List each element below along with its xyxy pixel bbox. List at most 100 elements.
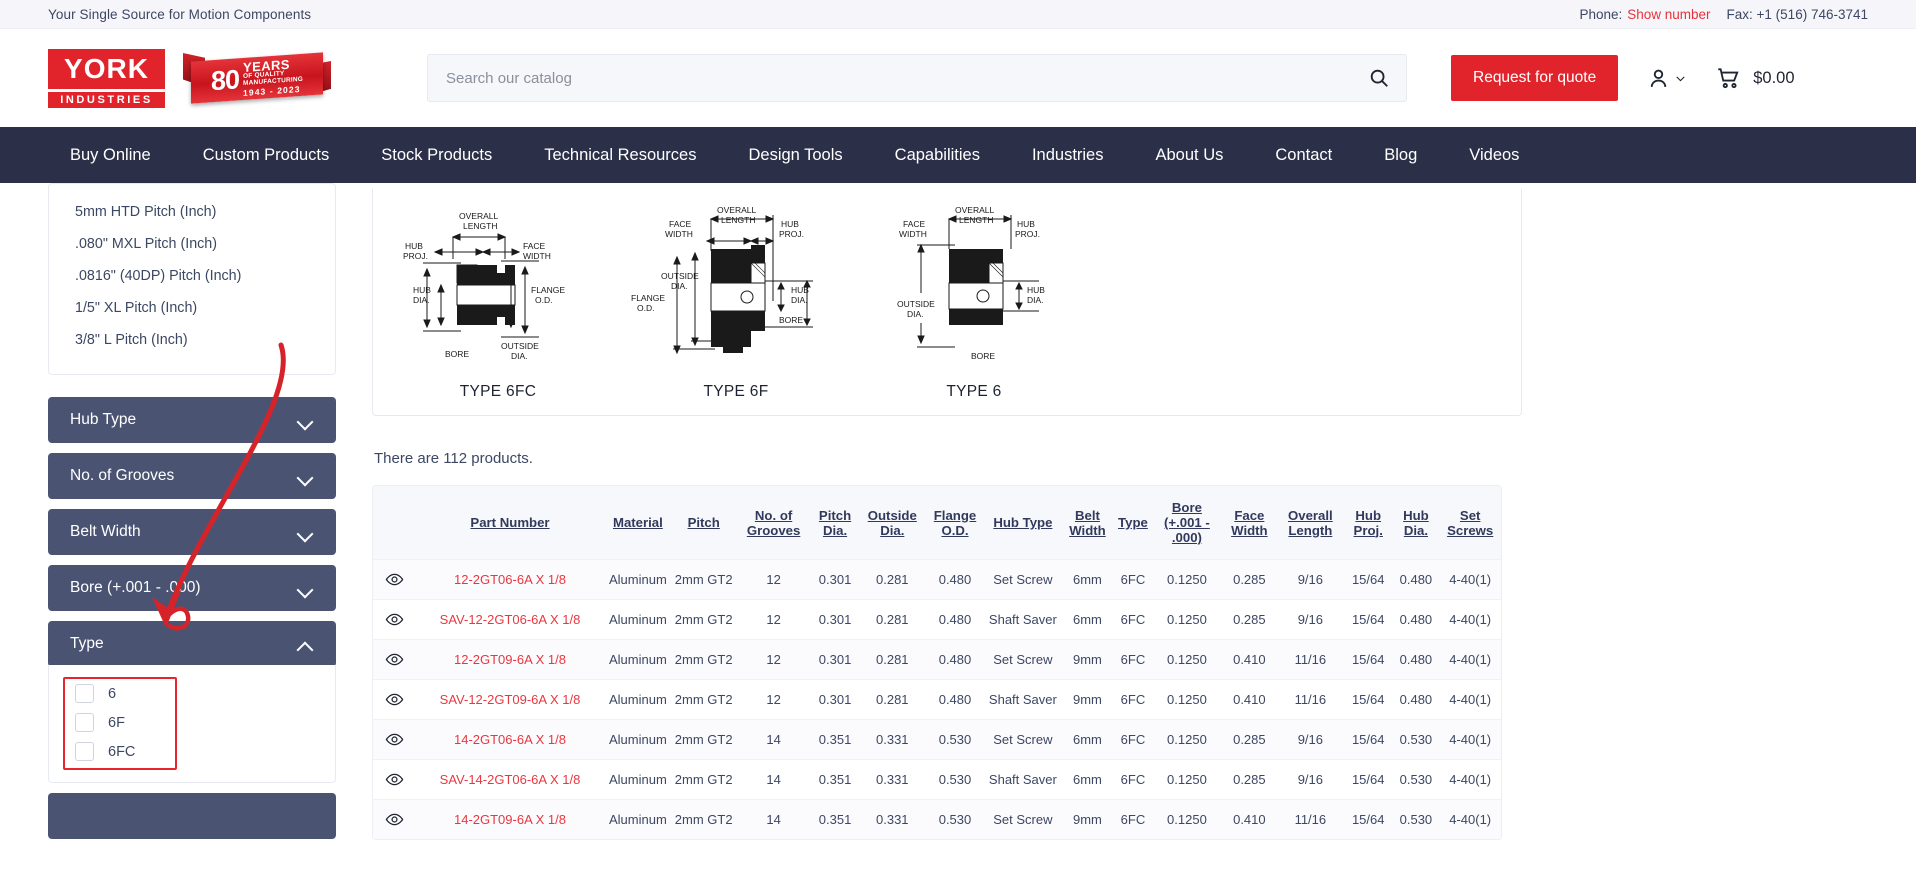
table-header-material[interactable]: Material	[605, 486, 671, 560]
svg-text:HUB: HUB	[781, 219, 799, 229]
nav-item-custom-products[interactable]: Custom Products	[177, 127, 356, 183]
request-for-quote-button[interactable]: Request for quote	[1451, 55, 1619, 101]
checkbox[interactable]	[75, 684, 94, 703]
table-header-outside-dia[interactable]: Outside Dia.	[859, 486, 926, 560]
cell-part[interactable]: 14-2GT06-6A X 1/8	[415, 720, 605, 760]
table-header-set-screws[interactable]: Set Screws	[1439, 486, 1501, 560]
quick-view-cell[interactable]	[373, 680, 415, 720]
cell-type: 6FC	[1120, 652, 1146, 667]
table-header-flange-o-d[interactable]: Flange O.D.	[925, 486, 985, 560]
table-header-bore-001-000[interactable]: Bore (+.001 - .000)	[1151, 486, 1222, 560]
table-header-hub-type[interactable]: Hub Type	[984, 486, 1061, 560]
nav-item-industries[interactable]: Industries	[1006, 127, 1130, 183]
table-header-belt-width[interactable]: Belt Width	[1060, 486, 1115, 560]
nav-item-blog[interactable]: Blog	[1358, 127, 1443, 183]
cell-part[interactable]: SAV-12-2GT09-6A X 1/8	[415, 680, 605, 720]
search-icon[interactable]	[1368, 67, 1390, 89]
nav-item-design-tools[interactable]: Design Tools	[722, 127, 868, 183]
table-row[interactable]: 12-2GT06-6A X 1/8 Aluminum 2mm GT2 12 0.301 0…	[373, 559, 1501, 600]
cell-part[interactable]: SAV-12-2GT06-6A X 1/8	[415, 600, 605, 640]
pitch-link-4[interactable]: 3/8" L Pitch (Inch)	[49, 324, 335, 356]
part-number-link[interactable]: SAV-12-2GT06-6A X 1/8	[440, 612, 581, 627]
checkbox[interactable]	[75, 713, 94, 732]
eye-icon[interactable]	[385, 730, 404, 749]
chevron-down-icon	[299, 584, 314, 593]
type-option-6F[interactable]: 6F	[49, 708, 335, 737]
quick-view-cell[interactable]	[373, 600, 415, 640]
part-number-link[interactable]: SAV-14-2GT06-6A X 1/8	[440, 772, 581, 787]
column-sort-label: Set Screws	[1447, 507, 1494, 538]
brand-block[interactable]: YORK INDUSTRIES 80 YEARS OF QUALITY MANU…	[48, 47, 331, 109]
cell-hub_type: Shaft Saver	[988, 612, 1057, 627]
table-header-no-of-grooves[interactable]: No. of Grooves	[736, 486, 811, 560]
cell-part[interactable]: 14-2GT09-6A X 1/8	[415, 800, 605, 840]
eye-icon[interactable]	[385, 610, 404, 629]
part-number-link[interactable]: SAV-12-2GT09-6A X 1/8	[440, 692, 581, 707]
cell-part[interactable]: 12-2GT09-6A X 1/8	[415, 640, 605, 680]
nav-item-videos[interactable]: Videos	[1443, 127, 1545, 183]
eye-icon[interactable]	[385, 570, 404, 589]
part-number-link[interactable]: 14-2GT06-6A X 1/8	[454, 732, 566, 747]
cell-overall_length: 9/16	[1297, 772, 1324, 787]
table-row[interactable]: 12-2GT09-6A X 1/8 Aluminum 2mm GT2 12 0.301 0…	[373, 639, 1501, 680]
nav-item-technical-resources[interactable]: Technical Resources	[518, 127, 722, 183]
nav-item-about-us[interactable]: About Us	[1130, 127, 1250, 183]
show-number-link[interactable]: Show number	[1627, 7, 1710, 22]
table-row[interactable]: SAV-12-2GT06-6A X 1/8 Aluminum 2mm GT2 12 0.…	[373, 599, 1501, 640]
table-row[interactable]: SAV-12-2GT09-6A X 1/8 Aluminum 2mm GT2 12 0.…	[373, 679, 1501, 720]
eye-icon[interactable]	[385, 770, 404, 789]
filter-accordion-next[interactable]	[48, 793, 336, 839]
table-header-face-width[interactable]: Face Width	[1221, 486, 1277, 560]
type-option-6FC[interactable]: 6FC	[49, 737, 335, 766]
table-header-pitch-dia[interactable]: Pitch Dia.	[810, 486, 860, 560]
checkbox[interactable]	[75, 742, 94, 761]
filter-accordion-hub-type[interactable]: Hub Type	[48, 397, 336, 443]
cell-part[interactable]: SAV-14-2GT06-6A X 1/8	[415, 760, 605, 800]
header-actions: Request for quote $0.00	[1451, 55, 1795, 101]
table-header-type[interactable]: Type	[1114, 486, 1152, 560]
table-row[interactable]: 14-2GT06-6A X 1/8 Aluminum 2mm GT2 14 0.351 0…	[373, 719, 1501, 760]
product-count: There are 112 products.	[374, 450, 533, 467]
table-header-hub-proj[interactable]: Hub Proj.	[1343, 486, 1393, 560]
quick-view-cell[interactable]	[373, 720, 415, 760]
filter-accordion-type[interactable]: Type	[48, 621, 336, 667]
search-input[interactable]	[446, 69, 1368, 87]
table-row[interactable]: SAV-14-2GT06-6A X 1/8 Aluminum 2mm GT2 14 0.…	[373, 759, 1501, 800]
quick-view-cell[interactable]	[373, 760, 415, 800]
cell-hub_dia: 0.480	[1399, 652, 1433, 667]
nav-item-contact[interactable]: Contact	[1249, 127, 1358, 183]
pitch-link-2[interactable]: .0816" (40DP) Pitch (Inch)	[49, 260, 335, 292]
type-option-6[interactable]: 6	[49, 679, 335, 708]
filter-accordion-belt-width[interactable]: Belt Width	[48, 509, 336, 555]
quick-view-cell[interactable]	[373, 640, 415, 680]
york-logo[interactable]: YORK INDUSTRIES	[48, 48, 165, 108]
part-number-link[interactable]: 12-2GT09-6A X 1/8	[454, 652, 566, 667]
pitch-link-1[interactable]: .080" MXL Pitch (Inch)	[49, 228, 335, 260]
svg-text:FACE: FACE	[523, 241, 546, 251]
table-header-part-number[interactable]: Part Number	[415, 486, 605, 560]
nav-item-stock-products[interactable]: Stock Products	[355, 127, 518, 183]
account-menu[interactable]	[1646, 66, 1687, 91]
part-number-link[interactable]: 12-2GT06-6A X 1/8	[454, 572, 566, 587]
table-header-overall-length[interactable]: Overall Length	[1276, 486, 1344, 560]
eye-icon[interactable]	[385, 810, 404, 829]
search-box[interactable]	[427, 54, 1407, 102]
svg-text:FACE: FACE	[669, 219, 692, 229]
part-number-link[interactable]: 14-2GT09-6A X 1/8	[454, 812, 566, 827]
nav-item-capabilities[interactable]: Capabilities	[869, 127, 1006, 183]
eye-icon[interactable]	[385, 650, 404, 669]
cart-button[interactable]: $0.00	[1715, 65, 1795, 91]
filter-accordion-bore-001-000-[interactable]: Bore (+.001 - .000)	[48, 565, 336, 611]
quick-view-cell[interactable]	[373, 800, 415, 840]
pitch-link-3[interactable]: 1/5" XL Pitch (Inch)	[49, 292, 335, 324]
table-row[interactable]: 14-2GT09-6A X 1/8 Aluminum 2mm GT2 14 0.351 0…	[373, 799, 1501, 840]
quick-view-cell[interactable]	[373, 560, 415, 600]
cell-hub_proj: 15/64	[1351, 772, 1385, 787]
pitch-link-0[interactable]: 5mm HTD Pitch (Inch)	[49, 196, 335, 228]
filter-accordion-no-of-grooves[interactable]: No. of Grooves	[48, 453, 336, 499]
table-header-hub-dia[interactable]: Hub Dia.	[1392, 486, 1440, 560]
cell-part[interactable]: 12-2GT06-6A X 1/8	[415, 560, 605, 600]
eye-icon[interactable]	[385, 690, 404, 709]
table-header-pitch[interactable]: Pitch	[670, 486, 737, 560]
nav-item-buy-online[interactable]: Buy Online	[48, 127, 177, 183]
